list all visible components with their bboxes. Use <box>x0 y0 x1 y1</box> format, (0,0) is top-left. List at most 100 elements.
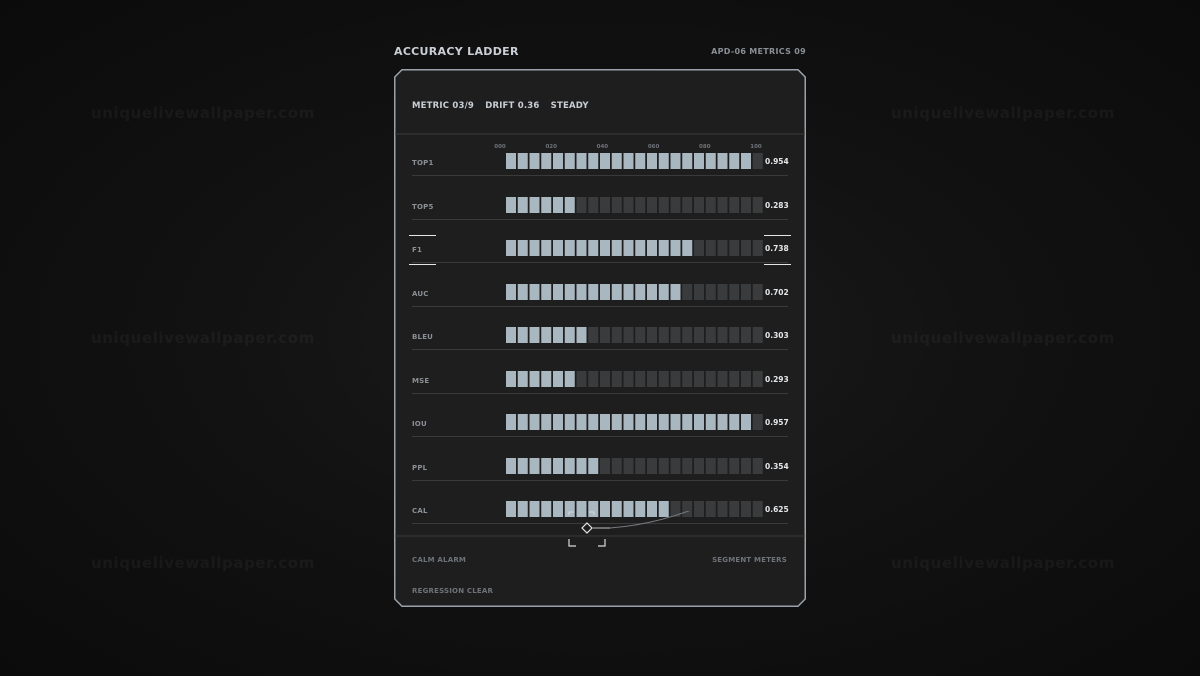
metric-row-top5[interactable]: TOP5 0.283 <box>412 196 789 220</box>
scale-tick-label: 100 <box>750 144 762 150</box>
meter-segment-filled <box>658 153 669 169</box>
meter-segment-filled <box>670 414 681 430</box>
scale-tick-label: 000 <box>494 144 506 150</box>
meter-segment-empty <box>694 457 704 474</box>
meter-segment-filled <box>553 370 563 387</box>
meter-segment-empty <box>647 196 657 213</box>
meter-segment-filled <box>553 327 563 343</box>
meter-segment-filled <box>600 283 610 300</box>
metric-row-mse[interactable]: MSE 0.293 <box>412 370 789 394</box>
metric-label: AUC <box>412 289 429 298</box>
meter-segment-filled <box>529 370 540 387</box>
meter-segment-empty <box>705 370 716 387</box>
meter-segment-filled <box>611 240 622 256</box>
meter-segment-empty <box>635 196 646 213</box>
device-id-label: APD-06 METRICS 09 <box>711 47 806 56</box>
metric-row-iou[interactable]: IOU 0.957 <box>412 413 789 437</box>
meter-segment-filled <box>588 240 599 256</box>
metric-row-f1[interactable]: F1 0.738 <box>412 239 789 263</box>
meter-segment-empty <box>635 457 646 474</box>
meter-segment-empty <box>682 283 693 300</box>
watermark: uniquelivewallpaper.com <box>891 554 1115 572</box>
meter-segment-filled <box>541 283 552 300</box>
row-divider <box>412 392 788 394</box>
meter-segment-empty <box>623 327 634 343</box>
meter-segment-filled <box>517 501 528 517</box>
status-line: METRIC 03/9 DRIFT 0.36 STEADY <box>412 101 597 111</box>
meter-segment-filled <box>682 153 693 169</box>
meter-segment-filled <box>529 414 540 430</box>
meter-segment-empty <box>600 196 610 213</box>
row-divider <box>412 175 788 176</box>
meter-segment-filled <box>517 153 528 169</box>
metric-value: 0.957 <box>765 418 789 427</box>
meter-segment-empty <box>682 196 693 213</box>
meter-segment-filled <box>564 370 575 387</box>
meter-segment-filled <box>694 414 704 430</box>
metric-label: MSE <box>412 376 430 385</box>
metric-row-auc[interactable]: AUC 0.702 <box>412 283 789 307</box>
meter-segment-empty <box>658 370 669 387</box>
meter-segment-empty <box>741 501 751 517</box>
metric-row-ppl[interactable]: PPL 0.354 <box>412 457 789 481</box>
selection-bracket-left <box>409 235 436 265</box>
segment-meter <box>506 457 763 474</box>
metrics-panel: METRIC 03/9 DRIFT 0.36 STEADY 000 020 040 0… <box>394 69 806 607</box>
metric-label: PPL <box>412 463 428 472</box>
scale-tick-label: 060 <box>647 144 660 150</box>
meter-segment-filled <box>506 153 516 169</box>
meter-segment-filled <box>611 153 622 169</box>
meter-segment-empty <box>611 370 622 387</box>
meter-segment-filled <box>506 370 516 387</box>
meter-segment-empty <box>729 457 740 474</box>
meter-segment-filled <box>529 196 540 213</box>
meter-segment-empty <box>658 457 669 474</box>
meter-segment-empty <box>717 501 728 517</box>
meter-segment-empty <box>647 457 657 474</box>
meter-segment-filled <box>553 196 563 213</box>
meter-segment-filled <box>729 414 740 430</box>
meter-segment-empty <box>623 370 634 387</box>
meter-segment-filled <box>600 153 610 169</box>
meter-segment-empty <box>752 327 763 343</box>
meter-segment-empty <box>670 327 681 343</box>
meter-segment-filled <box>705 153 716 169</box>
meter-segment-filled <box>529 501 540 517</box>
meter-segment-empty <box>694 370 704 387</box>
scale-tick-label: 040 <box>596 144 609 150</box>
meter-segment-empty <box>729 283 740 300</box>
meter-segment-empty <box>694 283 704 300</box>
meter-segment-empty <box>705 283 716 300</box>
meter-segment-filled <box>506 196 516 213</box>
meter-segment-filled <box>541 240 552 256</box>
segment-meter <box>506 153 763 169</box>
metric-row-bleu[interactable]: BLEU 0.303 <box>412 326 789 350</box>
meter-segment-filled <box>529 327 540 343</box>
meter-segment-empty <box>576 370 587 387</box>
meter-segment-filled <box>541 414 552 430</box>
meter-segment-filled <box>741 414 751 430</box>
segment-meter <box>506 327 763 343</box>
meter-segment-filled <box>564 327 575 343</box>
meter-segment-filled <box>506 414 516 430</box>
meter-segment-filled <box>576 240 587 256</box>
meter-segment-filled <box>541 370 552 387</box>
meter-segment-filled <box>623 414 634 430</box>
meter-segment-empty <box>647 370 657 387</box>
watermark: uniquelivewallpaper.com <box>91 554 315 572</box>
meter-segment-filled <box>705 414 716 430</box>
meter-segment-filled <box>564 283 575 300</box>
meter-segment-filled <box>658 240 669 256</box>
meter-segment-empty <box>588 327 599 343</box>
row-divider <box>412 305 788 307</box>
meter-segment-empty <box>682 457 693 474</box>
meter-segment-empty <box>705 327 716 343</box>
watermark: uniquelivewallpaper.com <box>891 329 1115 347</box>
meter-segment-filled <box>600 240 610 256</box>
meter-segment-filled <box>517 370 528 387</box>
metric-row-top1[interactable]: TOP1 0.954 <box>412 152 789 176</box>
meter-segment-empty <box>694 327 704 343</box>
metric-label: TOP5 <box>412 202 434 211</box>
meter-segment-filled <box>529 240 540 256</box>
meter-segment-filled <box>647 153 657 169</box>
